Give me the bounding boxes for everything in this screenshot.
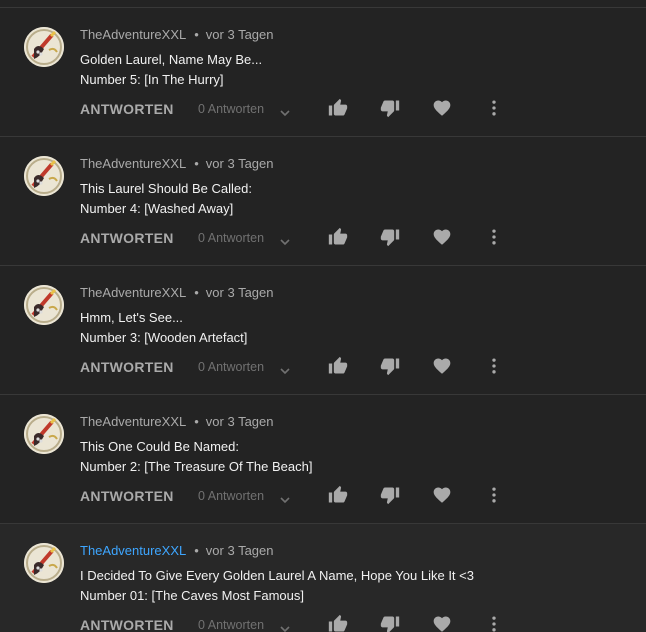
comment-time[interactable]: vor 3 Tagen	[206, 156, 274, 171]
replies-count[interactable]: 0 Antworten	[198, 489, 264, 503]
thumbs-up-icon[interactable]	[328, 98, 348, 118]
thumbs-up-icon[interactable]	[328, 356, 348, 376]
comment-time[interactable]: vor 3 Tagen	[206, 543, 274, 558]
comment-header: TheAdventureXXL • vor 3 Tagen	[80, 543, 274, 558]
more-vert-icon[interactable]	[484, 614, 504, 632]
avatar[interactable]	[24, 543, 64, 583]
comment-line: Number 4: [Washed Away]	[80, 201, 234, 216]
separator-dot: •	[194, 543, 199, 558]
comment-line: This One Could Be Named:	[80, 439, 239, 454]
comment-line: Golden Laurel, Name May Be...	[80, 52, 263, 67]
thumbs-down-icon[interactable]	[380, 614, 400, 632]
comment-actions: ANTWORTEN 0 Antworten	[80, 356, 510, 376]
thumbs-up-icon[interactable]	[328, 614, 348, 632]
comment-time[interactable]: vor 3 Tagen	[206, 285, 274, 300]
thumbs-down-icon[interactable]	[380, 98, 400, 118]
comment-line: I Decided To Give Every Golden Laurel A …	[80, 568, 474, 583]
author-name[interactable]: TheAdventureXXL	[80, 156, 186, 171]
comment-line: This Laurel Should Be Called:	[80, 181, 252, 196]
heart-icon[interactable]	[432, 485, 452, 505]
heart-icon[interactable]	[432, 227, 452, 247]
author-name[interactable]: TheAdventureXXL	[80, 414, 186, 429]
comment-text: This One Could Be Named: Number 2: [The …	[80, 437, 312, 477]
heart-icon[interactable]	[432, 98, 452, 118]
comment-header: TheAdventureXXL • vor 3 Tagen	[80, 27, 274, 42]
avatar[interactable]	[24, 27, 64, 67]
replies-count[interactable]: 0 Antworten	[198, 102, 264, 116]
comment-item: TheAdventureXXL • vor 3 Tagen This Laurel …	[0, 136, 646, 264]
thumbs-up-icon[interactable]	[328, 485, 348, 505]
comment-actions: ANTWORTEN 0 Antworten	[80, 227, 510, 247]
comment-line: Hmm, Let's See...	[80, 310, 183, 325]
chevron-down-icon[interactable]	[280, 233, 290, 251]
comment-header: TheAdventureXXL • vor 3 Tagen	[80, 285, 274, 300]
comment-header: TheAdventureXXL • vor 3 Tagen	[80, 156, 274, 171]
more-vert-icon[interactable]	[484, 227, 504, 247]
reply-button[interactable]: ANTWORTEN	[80, 230, 174, 246]
avatar[interactable]	[24, 156, 64, 196]
comment-text: I Decided To Give Every Golden Laurel A …	[80, 566, 474, 606]
thumbs-down-icon[interactable]	[380, 485, 400, 505]
comment-line: Number 5: [In The Hurry]	[80, 72, 224, 87]
comment-text: This Laurel Should Be Called: Number 4: …	[80, 179, 252, 219]
thumbs-down-icon[interactable]	[380, 227, 400, 247]
thumbs-down-icon[interactable]	[380, 356, 400, 376]
more-vert-icon[interactable]	[484, 98, 504, 118]
separator-dot: •	[194, 414, 199, 429]
comment-header: TheAdventureXXL • vor 3 Tagen	[80, 414, 274, 429]
chevron-down-icon[interactable]	[280, 491, 290, 509]
comment-actions: ANTWORTEN 0 Antworten	[80, 485, 510, 505]
comment-item: TheAdventureXXL • vor 3 Tagen Golden Laure…	[0, 7, 646, 135]
heart-icon[interactable]	[432, 356, 452, 376]
separator-dot: •	[194, 27, 199, 42]
comment-line: Number 01: [The Caves Most Famous]	[80, 588, 304, 603]
author-name[interactable]: TheAdventureXXL	[80, 285, 186, 300]
chevron-down-icon[interactable]	[280, 362, 290, 380]
comment-text: Golden Laurel, Name May Be... Number 5: …	[80, 50, 262, 90]
comment-line: Number 3: [Wooden Artefact]	[80, 330, 248, 345]
comment-item-highlighted: TheAdventureXXL • vor 3 Tagen I Decided To…	[0, 523, 646, 632]
separator-dot: •	[194, 285, 199, 300]
reply-button[interactable]: ANTWORTEN	[80, 617, 174, 632]
comment-actions: ANTWORTEN 0 Antworten	[80, 98, 510, 118]
separator-dot: •	[194, 156, 199, 171]
author-name[interactable]: TheAdventureXXL	[80, 27, 186, 42]
reply-button[interactable]: ANTWORTEN	[80, 359, 174, 375]
comment-actions: ANTWORTEN 0 Antworten	[80, 614, 510, 632]
replies-count[interactable]: 0 Antworten	[198, 618, 264, 632]
comment-time[interactable]: vor 3 Tagen	[206, 414, 274, 429]
reply-button[interactable]: ANTWORTEN	[80, 101, 174, 117]
author-name[interactable]: TheAdventureXXL	[80, 543, 186, 558]
comment-line: Number 2: [The Treasure Of The Beach]	[80, 459, 313, 474]
chevron-down-icon[interactable]	[280, 104, 290, 122]
more-vert-icon[interactable]	[484, 356, 504, 376]
more-vert-icon[interactable]	[484, 485, 504, 505]
thumbs-up-icon[interactable]	[328, 227, 348, 247]
chevron-down-icon[interactable]	[280, 620, 290, 632]
comment-text: Hmm, Let's See... Number 3: [Wooden Arte…	[80, 308, 247, 348]
heart-icon[interactable]	[432, 614, 452, 632]
comment-item: TheAdventureXXL • vor 3 Tagen This One Cou…	[0, 394, 646, 522]
replies-count[interactable]: 0 Antworten	[198, 360, 264, 374]
avatar[interactable]	[24, 414, 64, 454]
replies-count[interactable]: 0 Antworten	[198, 231, 264, 245]
avatar[interactable]	[24, 285, 64, 325]
reply-button[interactable]: ANTWORTEN	[80, 488, 174, 504]
comment-time[interactable]: vor 3 Tagen	[206, 27, 274, 42]
comment-item: TheAdventureXXL • vor 3 Tagen Hmm, Let's S…	[0, 265, 646, 393]
comments-feed: TheAdventureXXL • vor 3 Tagen Golden Laure…	[0, 0, 646, 632]
